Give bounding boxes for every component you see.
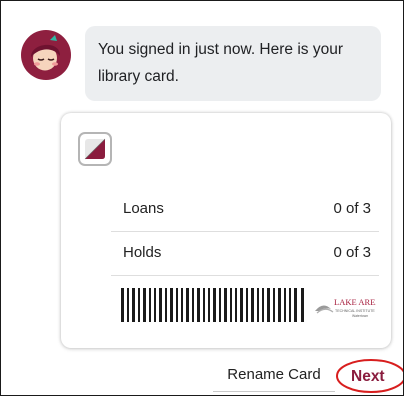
svg-text:TECHNICAL INSTITUTE: TECHNICAL INSTITUTE <box>335 309 375 313</box>
annotation-circle-icon <box>336 359 403 393</box>
loans-value: 0 of 3 <box>333 200 371 217</box>
holds-value: 0 of 3 <box>333 244 371 261</box>
card-color-swatch-icon[interactable] <box>78 132 112 166</box>
app-screen: You signed in just now. Here is your lib… <box>0 0 404 396</box>
barcode-icon <box>121 288 304 322</box>
libby-avatar-icon <box>21 30 71 80</box>
svg-text:Watertown: Watertown <box>352 314 368 318</box>
rename-card-button[interactable]: Rename Card <box>213 358 335 392</box>
loans-label: Loans <box>123 200 164 217</box>
svg-text:LAKE AREA TECHNICAL INSTITUTE: LAKE AREA TECHNICAL INSTITUTE <box>334 297 376 307</box>
lake-area-technical-institute-logo: LAKE AREA TECHNICAL INSTITUTE TECHNICAL … <box>315 297 376 318</box>
library-card: Loans 0 of 3 Holds 0 of 3 LAKE ARE TECHN… <box>61 113 391 348</box>
message-text: You signed in just now. Here is your lib… <box>98 41 343 85</box>
holds-label: Holds <box>123 244 162 261</box>
message-bubble: You signed in just now. Here is your lib… <box>85 26 381 101</box>
holds-row: Holds 0 of 3 <box>111 231 379 276</box>
loans-row: Loans 0 of 3 <box>111 187 379 232</box>
